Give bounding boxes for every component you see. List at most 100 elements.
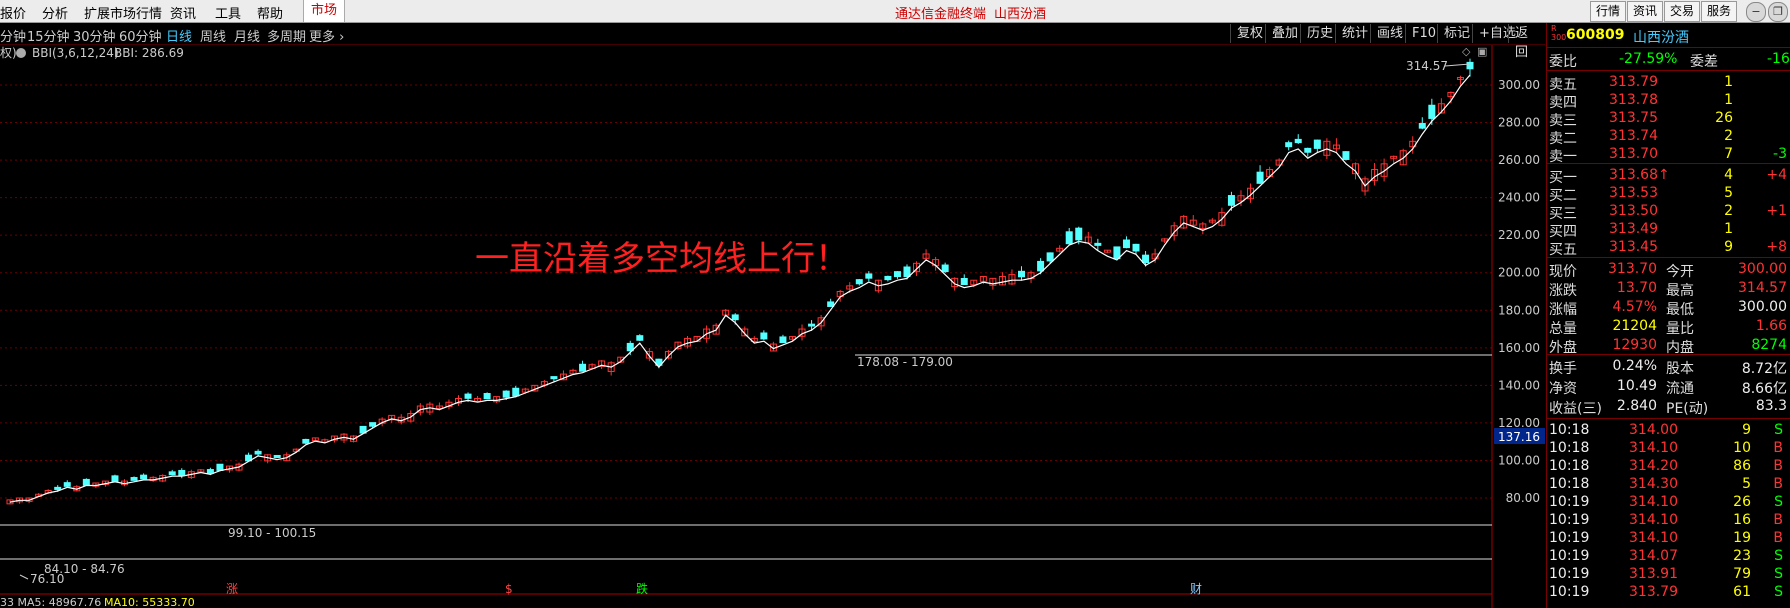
panel-toggle-icon[interactable]: ▣ <box>1477 45 1487 58</box>
bid-volume: 2 <box>1724 203 1733 219</box>
stat-label: 量比 <box>1666 321 1694 337</box>
tick-time: 10:19 <box>1549 548 1590 564</box>
stat-value: 12930 <box>1612 337 1657 353</box>
tick-row: 10:19 314.10 19 B <box>1547 529 1790 548</box>
bid-price: 313.68↑ <box>1609 167 1670 183</box>
weicha-label: 委差 <box>1690 54 1718 70</box>
tick-volume: 23 <box>1733 548 1751 564</box>
candle-body <box>827 301 835 307</box>
toolbar-stats[interactable]: 统计 <box>1335 24 1374 43</box>
menu-item-extended-market[interactable]: 扩展市场行情 <box>84 3 162 22</box>
stat-value: 2.840 <box>1616 398 1657 414</box>
stat-value: 8274 <box>1751 337 1787 353</box>
bid-row: 买二 313.53 5 <box>1547 184 1790 204</box>
bid-change: +1 <box>1766 203 1787 219</box>
stock-name: 山西汾酒 <box>1633 30 1689 46</box>
tick-side: S <box>1774 584 1783 600</box>
bid-change: +4 <box>1766 167 1787 183</box>
bid-price: 313.45 <box>1609 239 1658 255</box>
candle-body <box>168 471 176 476</box>
toolbar-overlay[interactable]: 叠加 <box>1265 24 1304 43</box>
candle-body <box>1018 270 1026 278</box>
period-daily[interactable]: 日线 <box>166 26 192 45</box>
candles <box>6 58 1474 505</box>
candle-body <box>1466 61 1474 70</box>
stat-value: 1.66 <box>1755 318 1787 334</box>
candle-body <box>369 422 377 427</box>
candle-body <box>1037 260 1045 272</box>
toolbar-draw[interactable]: 画线 <box>1370 24 1409 43</box>
menu-item-tools[interactable]: 工具 <box>215 3 241 22</box>
y-tick-label: 240.00 <box>1498 191 1540 205</box>
toolbar-mark[interactable]: 标记 <box>1437 24 1476 43</box>
candle-body <box>1122 239 1130 249</box>
kline-chart[interactable]: 300.00 280.00 260.00 240.00 220.00 200.00 180.… <box>0 45 1545 608</box>
menu-item-news[interactable]: 资讯 <box>170 3 196 22</box>
toolbar-history[interactable]: 历史 <box>1300 24 1339 43</box>
stat-value: 300.00 <box>1738 261 1787 277</box>
tick-row: 10:19 313.79 61 S <box>1547 583 1790 602</box>
high-price-pointer <box>1444 63 1471 67</box>
marker-rise: 涨 <box>226 581 238 596</box>
candle-body <box>254 450 262 455</box>
indicator-toggle-icon[interactable] <box>16 48 26 58</box>
top-button-service[interactable]: 服务 <box>1701 1 1737 22</box>
tick-price: 314.10 <box>1629 494 1678 510</box>
toolbar-back[interactable]: 返回 <box>1508 24 1545 60</box>
period-30min[interactable]: 30分钟 <box>73 26 116 45</box>
period-15min[interactable]: 15分钟 <box>27 26 70 45</box>
candle-body <box>1418 123 1426 129</box>
tick-volume: 61 <box>1733 584 1751 600</box>
bid-volume: 5 <box>1724 185 1733 201</box>
webi-label: 委比 <box>1549 54 1577 70</box>
candle-body <box>760 332 768 340</box>
webi-row: 委比 -27.59% 委差 -16 <box>1547 50 1790 70</box>
bid-row: 买三 313.50 2 +1 <box>1547 202 1790 222</box>
restore-icon[interactable]: ❐ <box>1768 2 1788 22</box>
tick-side: B <box>1773 512 1783 528</box>
period-monthly[interactable]: 月线 <box>234 26 260 45</box>
minimize-icon[interactable]: − <box>1746 2 1766 22</box>
top-button-trade[interactable]: 交易 <box>1664 1 1700 22</box>
marker-finance: 财 <box>1190 582 1202 596</box>
toolbar-adjust[interactable]: 复权 <box>1230 24 1269 43</box>
stat-value: 314.57 <box>1738 280 1787 296</box>
separator <box>1547 257 1790 258</box>
stat-label: 最高 <box>1666 283 1694 299</box>
top-button-news[interactable]: 资讯 <box>1627 1 1663 22</box>
period-1min[interactable]: 分钟 <box>0 26 26 45</box>
candle-body <box>512 387 520 397</box>
candle-body <box>941 264 949 273</box>
bid-change: +8 <box>1766 239 1787 255</box>
candle-body <box>130 477 138 481</box>
window-title: 通达信金融终端 山西汾酒 <box>895 3 1054 22</box>
period-multi[interactable]: 多周期 <box>267 26 306 45</box>
tick-row: 10:19 314.07 23 S <box>1547 547 1790 566</box>
diamond-icon[interactable]: ◇ <box>1462 45 1471 58</box>
tick-volume: 10 <box>1733 440 1751 456</box>
low-price-pointer <box>19 574 29 580</box>
period-more[interactable]: 更多 › <box>309 26 344 45</box>
top-button-quote[interactable]: 行情 <box>1590 1 1626 22</box>
bid-price: 313.49 <box>1609 221 1658 237</box>
menu-item-analysis[interactable]: 分析 <box>42 3 68 22</box>
tick-row: 10:18 314.10 10 B <box>1547 439 1790 458</box>
period-60min[interactable]: 60分钟 <box>119 26 162 45</box>
y-tick-label: 160.00 <box>1498 341 1540 355</box>
candle-body <box>464 393 472 399</box>
y-tick-label: 200.00 <box>1498 266 1540 280</box>
y-axis: 300.00 280.00 260.00 240.00 220.00 200.00 180.… <box>1491 45 1540 608</box>
ask-row: 卖五 313.79 1 <box>1547 73 1790 93</box>
menu-item-help[interactable]: 帮助 <box>257 3 283 22</box>
margin-badge-icon: R 300 <box>1551 24 1567 42</box>
menu-item-quote[interactable]: 报价 <box>0 3 26 22</box>
quote-panel: R 300 600809 山西汾酒 委比 -27.59% 委差 -16 卖五 313… <box>1546 23 1790 608</box>
tick-price: 314.30 <box>1629 476 1678 492</box>
candle-body <box>1075 227 1083 241</box>
candle-body <box>1142 254 1150 264</box>
tick-row: 10:19 314.10 16 B <box>1547 511 1790 530</box>
period-weekly[interactable]: 周线 <box>200 26 226 45</box>
market-button[interactable]: 市场 <box>303 0 345 22</box>
candle-body <box>178 469 186 477</box>
candle-body <box>579 363 587 372</box>
